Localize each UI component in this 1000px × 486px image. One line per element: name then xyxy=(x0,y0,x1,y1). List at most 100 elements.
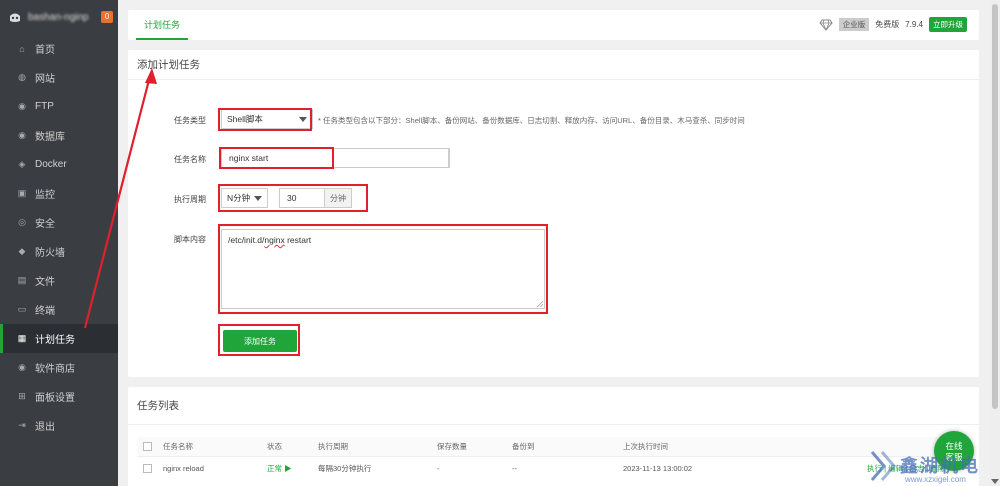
col-last-run: 上次执行时间 xyxy=(623,442,668,451)
chat-line1: 在线 xyxy=(945,441,963,451)
sidebar-item-8[interactable]: ▤ 文件 xyxy=(0,266,118,295)
sidebar-item-label: 首页 xyxy=(35,45,55,56)
version-number: 7.9.4 xyxy=(905,20,923,29)
sidebar-item-label: 安全 xyxy=(35,219,55,230)
cycle-type-select[interactable]: N分钟 xyxy=(221,188,268,208)
store-icon: ◉ xyxy=(18,362,26,372)
notification-badge[interactable]: 0 xyxy=(101,11,113,23)
top-bar: 计划任务 企业版 免费版 7.9.4 立即升级 xyxy=(128,10,979,40)
cycle-label: 执行周期 xyxy=(174,195,206,204)
cycle-minutes-input[interactable]: 30 xyxy=(279,188,325,208)
sidebar-item-12[interactable]: ⊞ 面板设置 xyxy=(0,382,118,411)
scrollbar-thumb[interactable] xyxy=(992,4,998,409)
sidebar-item-label: Docker xyxy=(35,159,67,170)
table-row[interactable]: nginx reload 正常 ▶ 每隔30分钟执行 - -- 2023-11-… xyxy=(137,459,970,479)
sidebar-item-label: 软件商店 xyxy=(35,364,75,375)
task-name-label: 任务名称 xyxy=(174,155,206,164)
sidebar-item-4[interactable]: ◈ Docker xyxy=(0,150,118,179)
tab-cron[interactable]: 计划任务 xyxy=(136,10,188,40)
sidebar-item-label: 网站 xyxy=(35,74,55,85)
sidebar-item-label: FTP xyxy=(35,101,54,112)
logout-icon: ⇥ xyxy=(18,420,26,430)
task-name-input-ext[interactable] xyxy=(333,148,449,168)
required-star: * xyxy=(318,116,321,125)
vertical-scrollbar[interactable] xyxy=(990,0,1000,486)
task-type-hint: * 任务类型包含以下部分：Shell脚本、备份网站、备份数据库、日志切割、释放内… xyxy=(318,115,745,126)
sidebar-item-label: 终端 xyxy=(35,306,55,317)
cycle-unit: 分钟 xyxy=(324,188,352,208)
sidebar-item-label: 数据库 xyxy=(35,132,65,143)
watermark-chars: 湖机电 xyxy=(920,456,980,476)
sidebar-item-13[interactable]: ⇥ 退出 xyxy=(0,411,118,440)
monitor-icon: ▣ xyxy=(17,188,27,198)
sidebar-item-10[interactable]: ▦ 计划任务 xyxy=(0,324,118,353)
sidebar-item-5[interactable]: ▣ 监控 xyxy=(0,179,118,208)
terminal-icon: ▭ xyxy=(17,304,27,314)
logo-icon xyxy=(10,13,20,22)
scroll-down-icon[interactable] xyxy=(991,479,999,484)
watermark-logo-icon xyxy=(870,451,896,481)
table-header: 任务名称 状态 执行周期 保存数量 备份到 上次执行时间 xyxy=(137,437,970,457)
task-type-label: 任务类型 xyxy=(174,116,206,125)
diamond-icon xyxy=(819,19,833,31)
watermark-url: www.xzxigel.com xyxy=(905,475,966,484)
chevron-down-icon xyxy=(254,196,262,201)
col-keep: 保存数量 xyxy=(437,442,467,451)
sidebar-item-7[interactable]: ◆ 防火墙 xyxy=(0,237,118,266)
task-list-title: 任务列表 xyxy=(128,387,979,425)
calendar-icon: ▦ xyxy=(17,333,27,343)
task-type-value: Shell脚本 xyxy=(227,114,263,124)
docker-icon: ◈ xyxy=(18,159,26,169)
task-list-panel: 任务列表 任务名称 状态 执行周期 保存数量 备份到 上次执行时间 nginx … xyxy=(128,387,979,486)
cycle-type-value: N分钟 xyxy=(227,193,251,203)
script-label: 脚本内容 xyxy=(174,235,206,244)
select-all-checkbox[interactable] xyxy=(143,442,152,451)
sidebar-item-6[interactable]: ◎ 安全 xyxy=(0,208,118,237)
row-checkbox[interactable] xyxy=(143,464,152,473)
folder-icon: ▤ xyxy=(17,275,27,285)
hint-text: 任务类型包含以下部分：Shell脚本、备份网站、备份数据库、日志切割、释放内存、… xyxy=(323,116,745,125)
sidebar-item-label: 面板设置 xyxy=(35,393,75,404)
sidebar: bashan-nginp 0 ⌂ 首页 ◍ 网站 ◉ FTP ◉ 数据库 ◈ Docker ▣ 监控 ◎… xyxy=(0,0,118,486)
sidebar-item-label: 监控 xyxy=(35,190,55,201)
sidebar-item-1[interactable]: ◍ 网站 xyxy=(0,63,118,92)
sidebar-item-label: 计划任务 xyxy=(35,335,75,346)
upgrade-button[interactable]: 立即升级 xyxy=(929,17,967,32)
home-icon: ⌂ xyxy=(19,43,25,54)
firewall-icon: ◆ xyxy=(18,246,26,256)
task-type-select[interactable]: Shell脚本 xyxy=(221,109,313,129)
sidebar-item-11[interactable]: ◉ 软件商店 xyxy=(0,353,118,382)
sidebar-item-label: 防火墙 xyxy=(35,248,65,259)
sidebar-header: bashan-nginp 0 xyxy=(0,0,118,34)
watermark-char: 鑫 xyxy=(900,456,920,476)
col-name: 任务名称 xyxy=(163,442,193,451)
row-backup: -- xyxy=(512,464,517,473)
panel-title: 添加计划任务 xyxy=(128,50,979,80)
row-name: nginx reload xyxy=(163,464,204,473)
sidebar-item-0[interactable]: ⌂ 首页 xyxy=(0,34,118,63)
script-word: nginx xyxy=(264,235,285,245)
row-cycle: 每隔30分钟执行 xyxy=(318,464,372,473)
version-info: 企业版 免费版 7.9.4 立即升级 xyxy=(819,17,967,32)
script-suffix: restart xyxy=(284,235,312,245)
sidebar-item-label: 退出 xyxy=(35,422,55,433)
edition-label: 免费版 xyxy=(875,20,900,29)
enterprise-tag[interactable]: 企业版 xyxy=(838,18,870,31)
sidebar-item-3[interactable]: ◉ 数据库 xyxy=(0,121,118,150)
col-cycle: 执行周期 xyxy=(318,442,348,451)
script-textarea[interactable]: /etc/init.d/nginx restart xyxy=(221,229,545,309)
database-icon: ◉ xyxy=(18,130,26,140)
row-last-run: 2023-11-13 13:00:02 xyxy=(623,464,693,473)
settings-icon: ⊞ xyxy=(18,391,26,401)
add-task-button[interactable]: 添加任务 xyxy=(223,330,297,352)
row-status[interactable]: 正常 ▶ xyxy=(267,459,292,479)
task-name-value: nginx start xyxy=(229,153,269,163)
server-host: bashan-nginp xyxy=(28,11,89,23)
chevron-down-icon xyxy=(299,117,307,122)
row-status-text: 正常 xyxy=(267,464,282,473)
globe-icon: ◍ xyxy=(18,72,26,82)
shield-icon: ◎ xyxy=(18,217,26,227)
sidebar-item-9[interactable]: ▭ 终端 xyxy=(0,295,118,324)
resize-grip-icon[interactable] xyxy=(537,301,543,307)
sidebar-item-2[interactable]: ◉ FTP xyxy=(0,92,118,121)
